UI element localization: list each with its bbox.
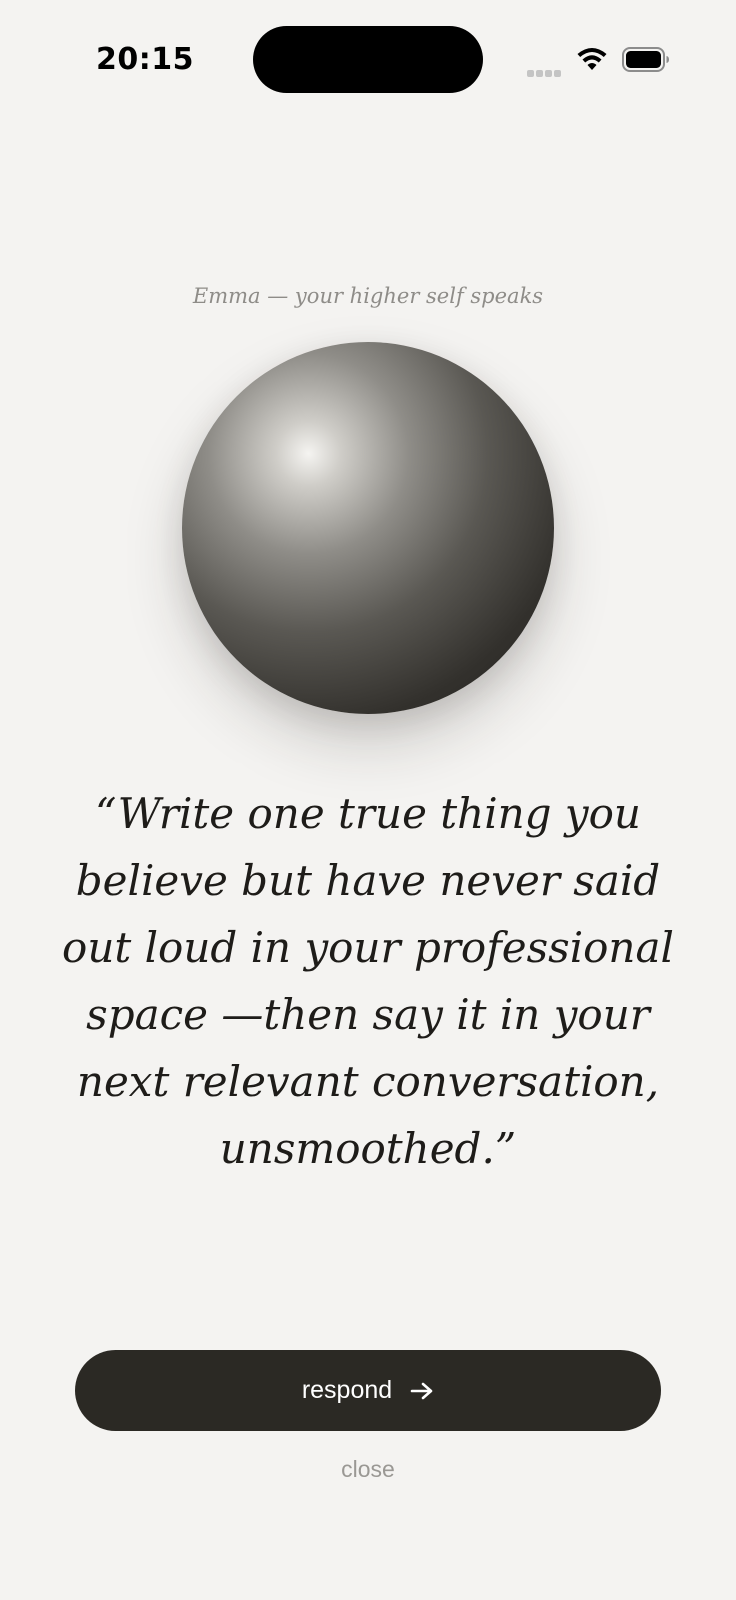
respond-button-label: respond: [301, 1376, 393, 1404]
prompt-quote: “Write one true thing you believe but ha…: [62, 789, 674, 1173]
wifi-icon: [577, 48, 607, 70]
status-bar: 20:15: [0, 0, 736, 120]
signal-icon: [527, 64, 565, 77]
arrow-right-icon: [410, 1382, 433, 1399]
status-time: 20:15: [96, 42, 194, 77]
close-link[interactable]: close: [0, 1456, 736, 1483]
dynamic-island: [253, 26, 483, 93]
battery-icon: [622, 47, 669, 72]
respond-button[interactable]: respond: [75, 1350, 661, 1431]
page-subtitle: Emma — your higher self speaks: [192, 284, 544, 308]
orb-visual: [182, 342, 554, 714]
